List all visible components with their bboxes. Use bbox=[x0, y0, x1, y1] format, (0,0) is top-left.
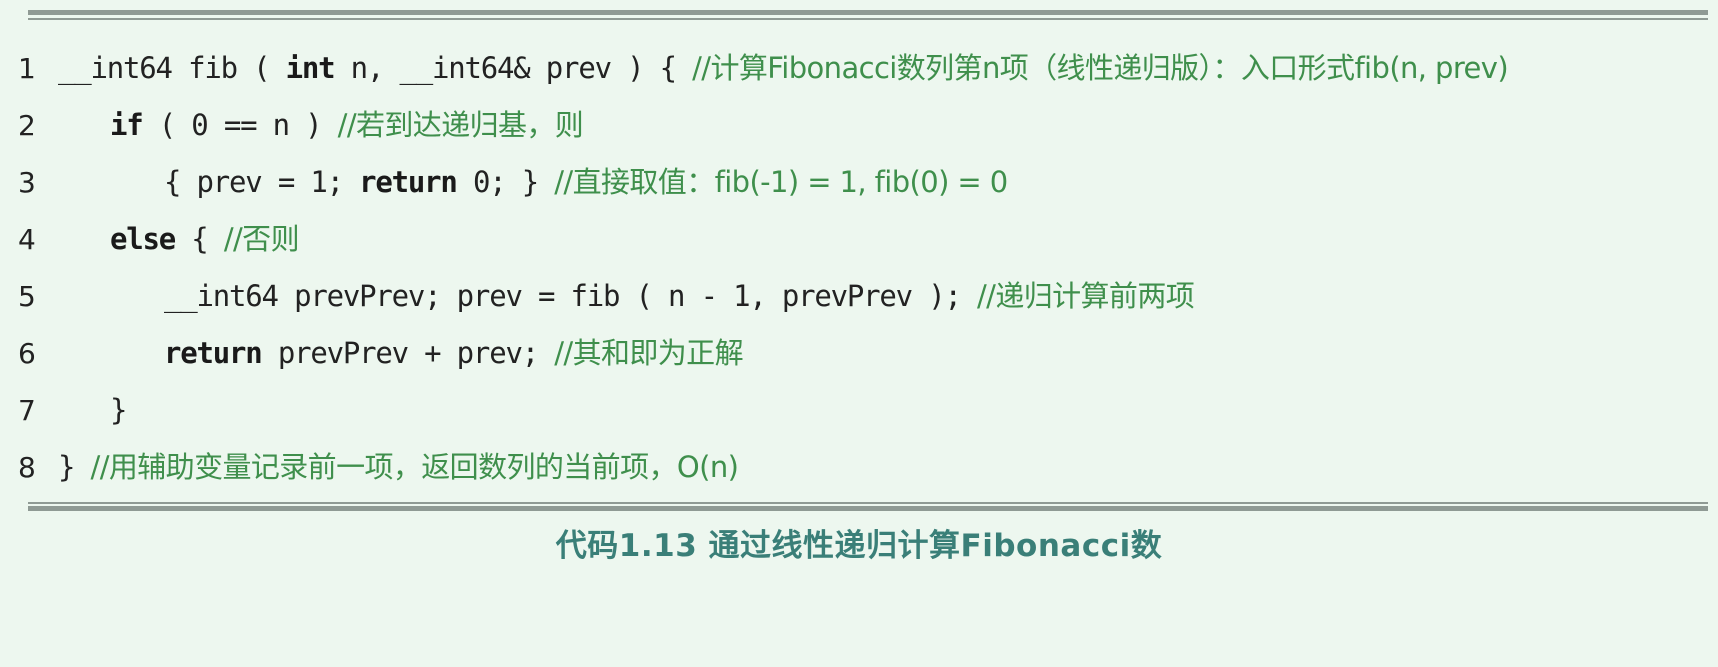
code-comment: //否则 bbox=[223, 222, 300, 256]
keyword: int bbox=[285, 51, 336, 85]
code-comment: //计算Fibonacci数列第n项（线性递归版）：入口形式fib(n, pre… bbox=[692, 51, 1509, 85]
code-text: } bbox=[58, 382, 127, 439]
code-segment: prevPrev + prev; bbox=[261, 336, 555, 370]
code-segment: } bbox=[110, 393, 127, 427]
code-text: return prevPrev + prev; //其和即为正解 bbox=[58, 325, 744, 382]
code-comment: //递归计算前两项 bbox=[976, 279, 1195, 313]
code-line-2: 2 if ( 0 == n ) //若到达递归基，则 bbox=[0, 97, 1718, 154]
code-segment: ( 0 == n ) bbox=[142, 108, 338, 142]
keyword: else bbox=[110, 222, 176, 256]
code-text: __int64 prevPrev; prev = fib ( n - 1, pr… bbox=[58, 268, 1195, 325]
code-line-6: 6 return prevPrev + prev; //其和即为正解 bbox=[0, 325, 1718, 382]
code-segment: { bbox=[175, 222, 224, 256]
keyword: if bbox=[110, 108, 144, 142]
keyword: return bbox=[164, 336, 263, 370]
line-number: 5 bbox=[18, 280, 36, 313]
code-text: else { //否则 bbox=[58, 211, 300, 268]
code-segment: __int64 fib ( bbox=[58, 51, 286, 85]
bottom-rule-thin bbox=[28, 502, 1708, 504]
code-comment: //若到达递归基，则 bbox=[337, 108, 584, 142]
code-segment: 0; } bbox=[456, 165, 555, 199]
code-line-7: 7 } bbox=[0, 382, 1718, 439]
code-caption: 代码1.13 通过线性递归计算Fibonacci数 bbox=[555, 528, 1163, 564]
line-number: 8 bbox=[18, 451, 36, 484]
code-comment: //其和即为正解 bbox=[554, 336, 743, 370]
code-segment: __int64 prevPrev; prev = fib ( n - 1, pr… bbox=[164, 279, 977, 313]
code-segment: } bbox=[58, 450, 91, 484]
line-number: 6 bbox=[18, 337, 36, 370]
line-number: 1 bbox=[18, 52, 36, 85]
line-number: 7 bbox=[18, 394, 36, 427]
top-rule bbox=[28, 10, 1708, 20]
top-rule-thin bbox=[28, 18, 1708, 20]
line-number: 4 bbox=[18, 223, 36, 256]
code-text: if ( 0 == n ) //若到达递归基，则 bbox=[58, 97, 584, 154]
code-segment: n, __int64& prev ) { bbox=[334, 51, 693, 85]
code-text: } //用辅助变量记录前一项，返回数列的当前项，O(n) bbox=[58, 439, 739, 496]
code-line-4: 4 else { //否则 bbox=[0, 211, 1718, 268]
code-text: { prev = 1; return 0; } //直接取值：fib(-1) =… bbox=[58, 154, 1008, 211]
line-number: 3 bbox=[18, 166, 36, 199]
code-text: __int64 fib ( int n, __int64& prev ) { /… bbox=[58, 40, 1509, 97]
line-number: 2 bbox=[18, 109, 36, 142]
code-listing: 1 __int64 fib ( int n, __int64& prev ) {… bbox=[0, 40, 1718, 496]
code-segment: { prev = 1; bbox=[164, 165, 360, 199]
keyword: return bbox=[359, 165, 458, 199]
code-line-5: 5 __int64 prevPrev; prev = fib ( n - 1, … bbox=[0, 268, 1718, 325]
bottom-rule bbox=[28, 502, 1708, 512]
code-comment: //用辅助变量记录前一项，返回数列的当前项，O(n) bbox=[90, 450, 739, 484]
code-line-1: 1 __int64 fib ( int n, __int64& prev ) {… bbox=[0, 40, 1718, 97]
code-comment: //直接取值：fib(-1) = 1, fib(0) = 0 bbox=[554, 165, 1008, 199]
code-line-3: 3 { prev = 1; return 0; } //直接取值：fib(-1)… bbox=[0, 154, 1718, 211]
bottom-rule-thick bbox=[28, 506, 1708, 511]
code-line-8: 8 } //用辅助变量记录前一项，返回数列的当前项，O(n) bbox=[0, 439, 1718, 496]
top-rule-thick bbox=[28, 10, 1708, 15]
